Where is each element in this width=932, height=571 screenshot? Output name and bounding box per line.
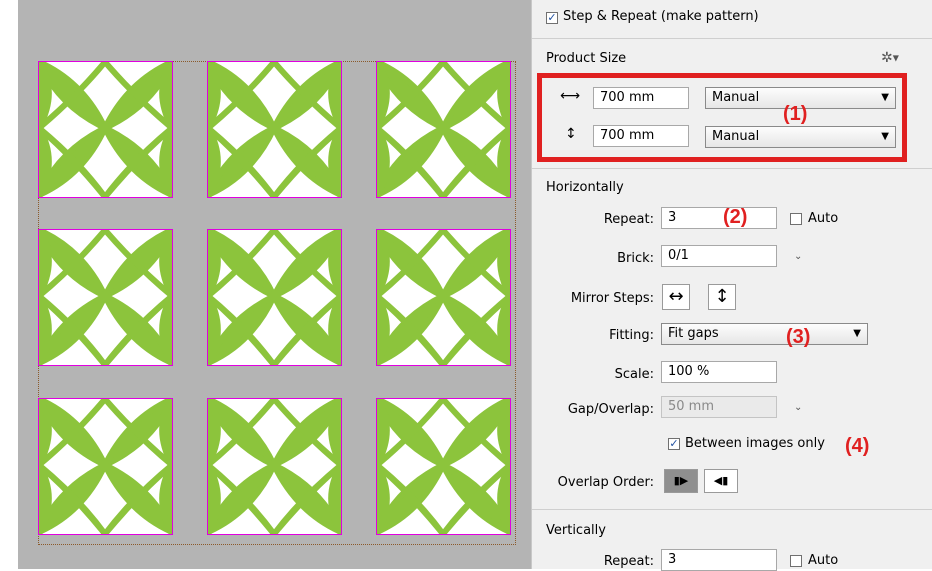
mirror-horizontal-button[interactable]: ↔ <box>662 284 690 310</box>
h-repeat-label: Repeat: <box>603 212 654 227</box>
pattern-tile[interactable] <box>38 229 173 366</box>
annotation-label-3: (3) <box>786 326 811 348</box>
leaf-pattern <box>39 399 172 534</box>
divider <box>532 168 932 169</box>
v-auto-label: Auto <box>808 553 839 568</box>
h-repeat-field[interactable]: 3 <box>661 207 777 229</box>
dropdown-arrow-icon: ▼ <box>881 92 889 103</box>
horizontally-title: Horizontally <box>546 180 624 195</box>
annotation-label-4: (4) <box>845 435 870 457</box>
between-images-checkbox[interactable]: ✓ <box>668 438 680 450</box>
v-auto-checkbox[interactable] <box>790 555 802 567</box>
pattern-canvas[interactable] <box>0 0 531 569</box>
divider <box>532 38 932 39</box>
brick-chevron-down-icon[interactable]: ⌄ <box>794 251 802 262</box>
leaf-pattern <box>39 230 172 365</box>
vertical-arrow-icon: ↕ <box>714 286 730 307</box>
chevron-down-icon: ▼ <box>892 53 899 63</box>
scale-field[interactable]: 100 % <box>661 361 777 383</box>
leaf-pattern <box>39 62 172 197</box>
step-repeat-label: Step & Repeat (make pattern) <box>563 9 759 24</box>
overlap-order-forward-button[interactable]: ▮▶ <box>664 469 698 493</box>
v-repeat-field[interactable]: 3 <box>661 549 777 571</box>
leaf-pattern <box>377 399 510 534</box>
fitting-value: Fit gaps <box>668 326 719 341</box>
overlap-order-backward-button[interactable]: ◀▮ <box>704 469 738 493</box>
between-images-label: Between images only <box>685 436 825 451</box>
pattern-tile[interactable] <box>207 61 342 198</box>
step-repeat-panel: ✓ Step & Repeat (make pattern) Product S… <box>531 0 932 571</box>
pattern-tile[interactable] <box>38 398 173 535</box>
brick-field[interactable]: 0/1 <box>661 245 777 267</box>
annotation-label-2: (2) <box>723 206 748 228</box>
h-auto-label: Auto <box>808 211 839 226</box>
annotation-label-1: (1) <box>783 103 808 125</box>
mirror-vertical-button[interactable]: ↕ <box>708 284 736 310</box>
horizontal-arrow-icon: ⟷ <box>560 88 581 104</box>
product-height-mode-select[interactable]: Manual ▼ <box>705 126 896 148</box>
brick-label: Brick: <box>617 251 654 266</box>
scale-label: Scale: <box>614 367 654 382</box>
dropdown-arrow-icon: ▼ <box>853 328 861 339</box>
v-repeat-label: Repeat: <box>603 554 654 569</box>
divider <box>532 509 932 510</box>
leaf-pattern <box>208 399 341 534</box>
dropdown-arrow-icon: ▼ <box>881 131 889 142</box>
canvas-margin <box>0 0 18 569</box>
fitting-select[interactable]: Fit gaps ▼ <box>661 323 868 345</box>
horizontal-arrow-icon: ↔ <box>668 286 684 307</box>
pattern-tile[interactable] <box>207 229 342 366</box>
pattern-tile[interactable] <box>376 229 511 366</box>
fitting-label: Fitting: <box>609 328 654 343</box>
gap-overlap-chevron-down-icon[interactable]: ⌄ <box>794 402 802 413</box>
play-left-icon: ◀▮ <box>713 474 729 487</box>
leaf-pattern <box>208 230 341 365</box>
gear-icon[interactable]: ✲▼ <box>881 50 899 66</box>
product-width-mode-value: Manual <box>712 90 760 105</box>
vertically-title: Vertically <box>546 523 606 538</box>
pattern-tile[interactable] <box>376 61 511 198</box>
leaf-pattern <box>377 62 510 197</box>
overlap-order-label: Overlap Order: <box>557 475 654 490</box>
leaf-pattern <box>377 230 510 365</box>
step-repeat-checkbox[interactable]: ✓ <box>546 12 558 24</box>
product-size-title: Product Size <box>546 51 627 66</box>
mirror-steps-label: Mirror Steps: <box>570 291 654 306</box>
product-height-field[interactable]: 700 mm <box>593 125 689 147</box>
leaf-pattern <box>208 62 341 197</box>
pattern-tile[interactable] <box>207 398 342 535</box>
pattern-tile[interactable] <box>376 398 511 535</box>
play-right-icon: ▮▶ <box>673 474 689 487</box>
gap-overlap-field[interactable]: 50 mm <box>661 396 777 418</box>
product-width-field[interactable]: 700 mm <box>593 87 689 109</box>
h-auto-checkbox[interactable] <box>790 213 802 225</box>
gap-overlap-label: Gap/Overlap: <box>567 402 654 417</box>
product-height-mode-value: Manual <box>712 129 760 144</box>
pattern-tile[interactable] <box>38 61 173 198</box>
vertical-arrow-icon: ↕ <box>565 126 577 142</box>
